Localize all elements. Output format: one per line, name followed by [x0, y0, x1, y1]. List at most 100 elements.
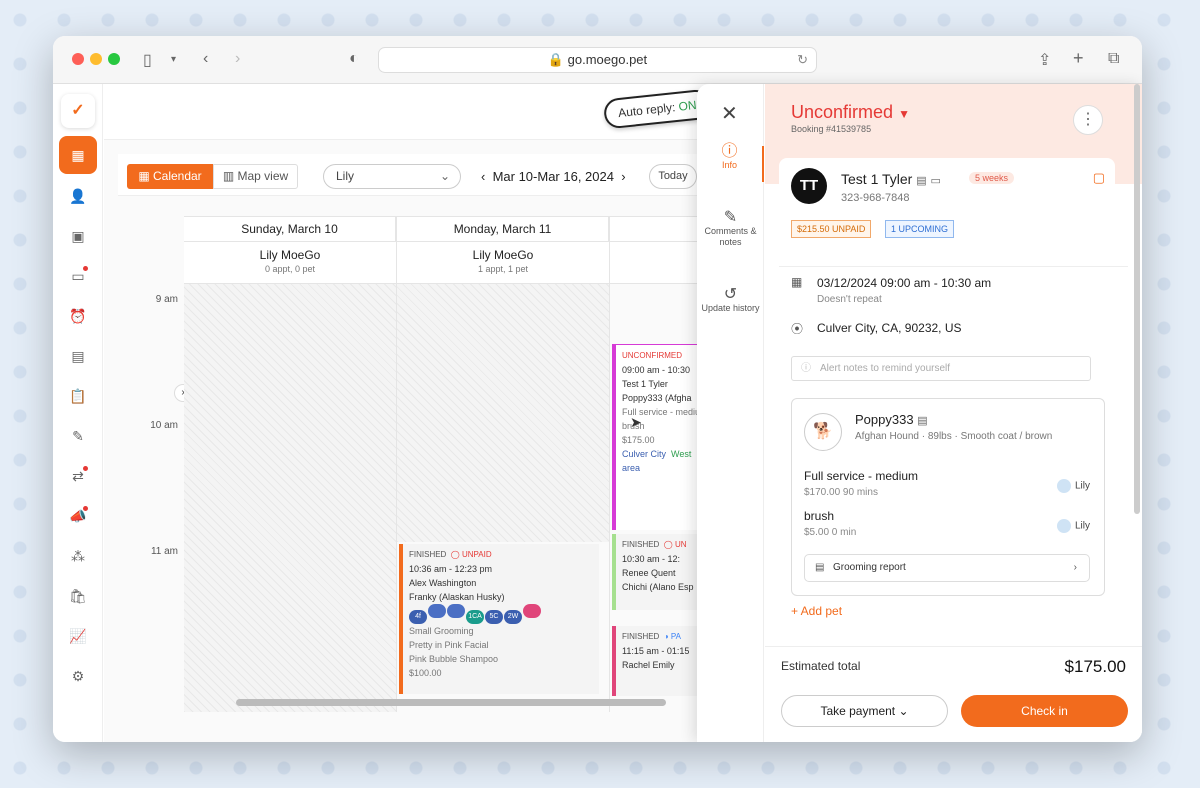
check-in-button[interactable]: Check in — [961, 695, 1128, 727]
payments-nav-icon[interactable]: ▤ — [67, 345, 89, 367]
appt-client: Alex Washington — [409, 578, 477, 588]
mouse-cursor-icon: ➤ — [630, 414, 642, 430]
info-icon: ⓘ — [721, 143, 738, 160]
retail-nav-icon[interactable]: 🛍 — [67, 585, 89, 607]
appt-summary: 1 appt, 1 pet — [477, 264, 529, 274]
appt-addon: Pink Bubble Shampoo — [409, 654, 499, 664]
next-week-icon[interactable]: › — [621, 169, 625, 184]
info-icon: ⓘ — [801, 363, 811, 374]
unavailable-block — [184, 284, 396, 712]
reports-nav-icon[interactable]: 📋 — [67, 385, 89, 407]
pet-badge — [447, 604, 465, 618]
card-icon[interactable]: ▭ — [931, 175, 941, 187]
insights-nav-icon[interactable]: 📈 — [67, 625, 89, 647]
clients-nav-icon[interactable]: 👤 — [67, 185, 89, 207]
share-icon[interactable]: ⇪ — [1038, 50, 1051, 70]
time-column: 9 am 10 am 11 am — [144, 216, 184, 712]
calendar-icon: ▦ — [791, 275, 803, 289]
moego-logo[interactable]: ✓ — [61, 94, 95, 128]
drawer-nav: ✕ ⓘ Info ✎ Comments & notes ↺ Update his… — [697, 84, 764, 742]
shield-icon[interactable]: ◐ — [349, 50, 359, 68]
app-topbar: Auto reply: ON — [104, 84, 759, 140]
chat-icon[interactable]: ▢ — [1093, 170, 1105, 186]
booking-nav-icon[interactable]: ▣ — [67, 225, 89, 247]
sidebar-toggle-icon[interactable]: ▯ — [143, 50, 152, 70]
staff-select[interactable]: Lily ⌄ — [323, 164, 461, 189]
service-name: brush — [804, 509, 835, 523]
minimize-window-dot[interactable] — [90, 53, 102, 65]
lock-icon: 🔒 — [547, 52, 565, 67]
prev-week-icon[interactable]: ‹ — [481, 169, 485, 184]
reload-icon[interactable]: ↻ — [797, 48, 808, 72]
new-tab-icon[interactable]: + — [1073, 48, 1084, 69]
auto-reply-state: ON — [677, 97, 698, 114]
appointment-card[interactable]: FINISHED ◯ UNPAID 10:36 am - 12:23 pm Al… — [399, 544, 599, 694]
close-icon[interactable]: ✕ — [721, 101, 738, 126]
settings-nav-icon[interactable]: ⚙ — [67, 665, 89, 687]
url-text: go.moego.pet — [567, 52, 648, 67]
client-name[interactable]: Test 1 Tyler ▤ ▭ — [841, 171, 941, 187]
more-options-icon[interactable]: ⋮ — [1073, 105, 1103, 135]
chevron-down-icon: ⌄ — [898, 704, 909, 718]
avatar: TT — [791, 168, 827, 204]
chevron-right-icon: › — [1073, 562, 1077, 573]
marketing-nav-icon[interactable]: 📣 — [67, 505, 89, 527]
tabs-overview-icon[interactable]: ⧉ — [1108, 50, 1119, 68]
auto-reply-toggle[interactable]: Auto reply: ON — [602, 88, 712, 130]
address-bar[interactable]: 🔒 go.moego.pet ↻ — [378, 47, 817, 73]
alert-notes-input[interactable]: ⓘ Alert notes to remind yourself — [791, 356, 1091, 381]
appt-pet: Franky (Alaskan Husky) — [409, 592, 505, 602]
service-name: Full service - medium — [804, 469, 919, 483]
grooming-report-button[interactable]: ▤ Grooming report › — [804, 554, 1090, 582]
browser-titlebar: ▯ ▾ ‹ › ◐ 🔒 go.moego.pet ↻ ⇪ + ⧉ — [53, 36, 1142, 84]
team-nav-icon[interactable]: ⁂ — [67, 545, 89, 567]
pet-badges: 4f 1CA 5C 2W — [409, 604, 593, 624]
service-staff[interactable]: Lily — [1056, 519, 1090, 533]
pet-badge — [523, 604, 541, 618]
staff-name: Lily MoeGo — [472, 248, 534, 262]
close-window-dot[interactable] — [72, 53, 84, 65]
messages-nav-icon[interactable]: ▭ — [67, 265, 89, 287]
appt-pay-status: PA — [670, 632, 681, 641]
vertical-scrollbar[interactable] — [1134, 84, 1140, 514]
back-icon[interactable]: ‹ — [203, 50, 208, 68]
pet-badge: 2W — [504, 610, 522, 624]
tab-comments[interactable]: ✎ Comments & notes — [697, 209, 764, 248]
add-pet-button[interactable]: + Add pet — [791, 604, 842, 618]
edit-nav-icon[interactable]: ✎ — [67, 425, 89, 447]
chevron-down-icon[interactable]: ▾ — [171, 54, 176, 65]
automation-nav-icon[interactable]: ⇄ — [67, 465, 89, 487]
frequency-badge: 5 weeks — [969, 172, 1015, 184]
today-button[interactable]: Today — [649, 164, 697, 189]
calendar-view-button[interactable]: ▦ Calendar — [127, 164, 213, 189]
pet-description: Afghan Hound · 89lbs · Smooth coat / bro… — [855, 431, 1053, 442]
auto-reply-label: Auto reply: — [617, 100, 677, 121]
tab-info[interactable]: ⓘ Info — [697, 143, 764, 182]
location-pin-icon: ⦿ — [791, 322, 804, 336]
pet-name[interactable]: Poppy333 ▤ — [855, 412, 928, 427]
maximize-window-dot[interactable] — [108, 53, 120, 65]
calendar-nav-icon[interactable]: ▦ — [59, 136, 97, 174]
client-card[interactable]: TT Test 1 Tyler ▤ ▭ 323-968-7848 5 weeks… — [779, 158, 1115, 258]
appt-summary: 0 appt, 0 pet — [264, 264, 316, 274]
unavailable-block — [397, 284, 609, 542]
client-phone[interactable]: 323-968-7848 — [841, 192, 910, 204]
unpaid-tag[interactable]: $215.50 UNPAID — [791, 220, 872, 238]
chevron-down-icon: ⌄ — [439, 169, 450, 183]
forward-icon[interactable]: › — [235, 50, 240, 68]
appt-pay-status: UNPAID — [461, 550, 492, 559]
booking-status-dropdown[interactable]: Unconfirmed ▼ — [791, 102, 910, 123]
notes-icon: ✎ — [723, 209, 738, 226]
notes-icon[interactable]: ▤ — [917, 415, 927, 427]
notes-icon[interactable]: ▤ — [916, 175, 926, 187]
horizontal-scrollbar[interactable] — [236, 699, 666, 706]
service-detail: $5.00 0 min — [804, 527, 857, 538]
service-staff[interactable]: Lily — [1056, 479, 1090, 493]
take-payment-button[interactable]: Take payment ⌄ — [781, 695, 948, 727]
reminders-nav-icon[interactable]: ⏰ — [67, 305, 89, 327]
upcoming-tag[interactable]: 1 UPCOMING — [885, 220, 955, 238]
tab-history[interactable]: ↺ Update history — [697, 287, 764, 314]
date-range-label: Mar 10-Mar 16, 2024 — [492, 169, 614, 184]
map-view-button[interactable]: ▥ Map view — [213, 164, 298, 189]
appointment-datetime[interactable]: 03/12/2024 09:00 am - 10:30 am — [817, 276, 991, 290]
